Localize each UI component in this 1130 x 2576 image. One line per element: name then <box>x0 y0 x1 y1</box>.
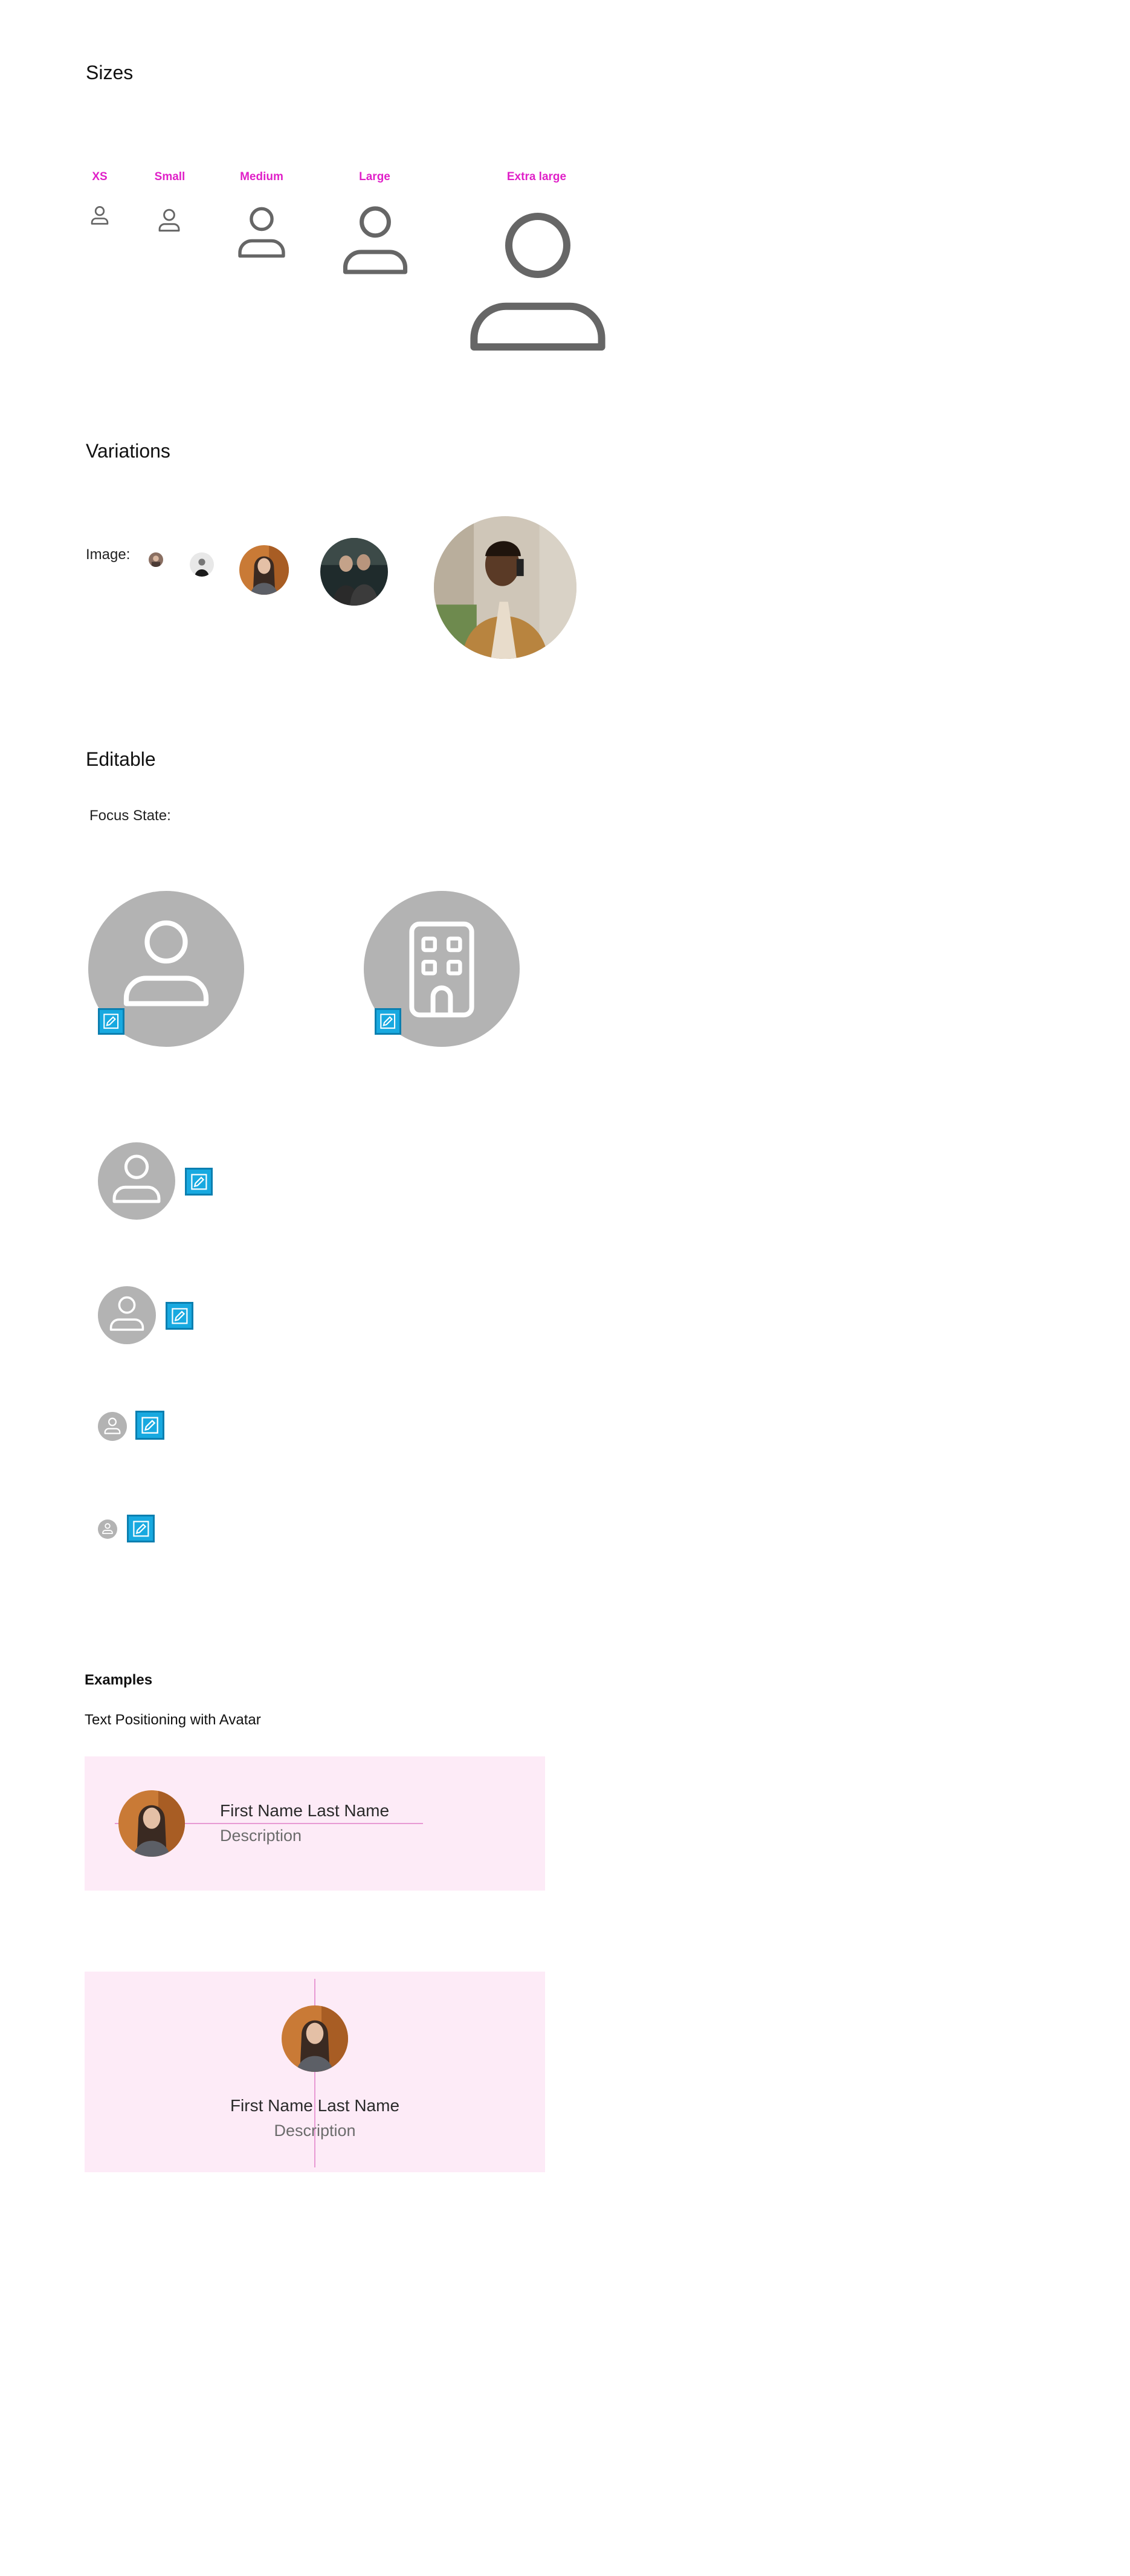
size-label-large: Large <box>359 170 390 183</box>
size-label-small: Small <box>154 170 186 183</box>
person-icon <box>104 1417 121 1434</box>
editable-avatar-xs[interactable] <box>98 1412 127 1441</box>
examples-heading: Examples <box>85 1672 153 1688</box>
person-icon-small <box>158 209 180 232</box>
person-icon <box>109 1296 144 1331</box>
photo-avatar-small <box>190 552 214 577</box>
example-description-horizontal: Description <box>220 1827 302 1845</box>
example-vertical: First Name Last Name Description <box>85 1972 545 2172</box>
edit-icon <box>103 1014 119 1029</box>
person-icon-extra-large <box>470 213 605 351</box>
variations-heading: Variations <box>86 440 170 462</box>
edit-icon <box>132 1520 149 1537</box>
examples-subtitle: Text Positioning with Avatar <box>85 1712 261 1728</box>
sizes-heading: Sizes <box>86 62 134 83</box>
edit-icon <box>190 1173 207 1190</box>
size-label-extra-large: Extra large <box>506 170 567 183</box>
person-icon <box>123 920 209 1006</box>
size-label-medium: Medium <box>240 170 283 183</box>
edit-button-medium[interactable] <box>185 1168 213 1196</box>
edit-button-small[interactable] <box>166 1302 193 1330</box>
image-label: Image: <box>86 546 131 563</box>
edit-icon <box>380 1014 396 1029</box>
edit-icon <box>171 1307 188 1324</box>
example-description-vertical: Description <box>274 2121 356 2140</box>
example-name-horizontal: First Name Last Name <box>220 1801 390 1820</box>
example-avatar-vertical <box>282 2005 348 2072</box>
person-icon-large <box>343 206 408 274</box>
building-icon <box>409 921 474 1018</box>
person-icon <box>112 1154 161 1203</box>
person-icon <box>102 1523 113 1534</box>
edit-button-xxs[interactable] <box>127 1515 155 1542</box>
focus-state-label: Focus State: <box>89 807 171 824</box>
edit-icon <box>141 1417 158 1434</box>
person-icon-medium <box>238 207 285 258</box>
editable-avatar-xxs[interactable] <box>98 1519 117 1539</box>
example-horizontal: First Name Last Name Description <box>85 1756 545 1891</box>
photo-avatar-medium <box>239 545 289 595</box>
editable-avatar-small[interactable] <box>98 1286 156 1344</box>
editable-heading: Editable <box>86 748 156 770</box>
editable-avatar-medium[interactable] <box>98 1142 175 1220</box>
person-icon-xs <box>91 206 109 225</box>
example-name-vertical: First Name Last Name <box>230 2096 400 2115</box>
photo-avatar-xs <box>149 552 163 567</box>
edit-button-large-person[interactable] <box>98 1008 124 1035</box>
edit-button-large-building[interactable] <box>375 1008 401 1035</box>
example-avatar-horizontal <box>118 1790 185 1857</box>
photo-avatar-large <box>320 538 388 606</box>
edit-button-xs[interactable] <box>135 1411 164 1440</box>
photo-avatar-extra-large <box>434 516 576 659</box>
